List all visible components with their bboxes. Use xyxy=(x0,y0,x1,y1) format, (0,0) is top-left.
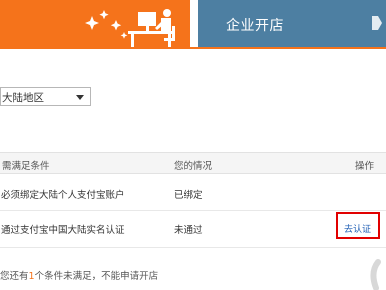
region-select-value: 大陆地区 xyxy=(2,92,44,104)
region-select[interactable]: 大陆地区 xyxy=(0,87,91,106)
tab-enterprise[interactable]: 企业开店 xyxy=(198,0,386,47)
row-condition: 通过支付宝中国大陆实名认证 xyxy=(1,225,125,236)
summary-suffix: 个条件未满足，不能申请开店 xyxy=(34,271,159,282)
tab-enterprise-label: 企业开店 xyxy=(226,18,284,34)
header-status: 您的情况 xyxy=(174,161,213,172)
conditions-table-header: 需满足条件 您的情况 操作 xyxy=(0,152,386,174)
table-row: 通过支付宝中国大陆实名认证 未通过 xyxy=(0,211,386,248)
header-action: 操作 xyxy=(355,161,375,172)
corner-arrow-icon xyxy=(372,16,382,30)
highlight-annotation xyxy=(336,212,380,239)
header-divider xyxy=(0,47,386,49)
summary-text: 您还有1个条件未满足，不能申请开店 xyxy=(0,268,158,282)
summary-prefix: 您还有 xyxy=(0,271,29,282)
row-status: 已绑定 xyxy=(174,190,203,201)
annotation-mark xyxy=(370,259,381,290)
tab-personal[interactable] xyxy=(0,0,190,47)
row-condition: 必须绑定大陆个人支付宝账户 xyxy=(1,190,125,201)
row-status: 未通过 xyxy=(174,225,203,236)
header-condition: 需满足条件 xyxy=(2,161,50,172)
chevron-down-icon xyxy=(76,95,84,100)
table-row: 必须绑定大陆个人支付宝账户 已绑定 xyxy=(0,175,386,211)
desk-workstation-icon xyxy=(85,9,175,47)
